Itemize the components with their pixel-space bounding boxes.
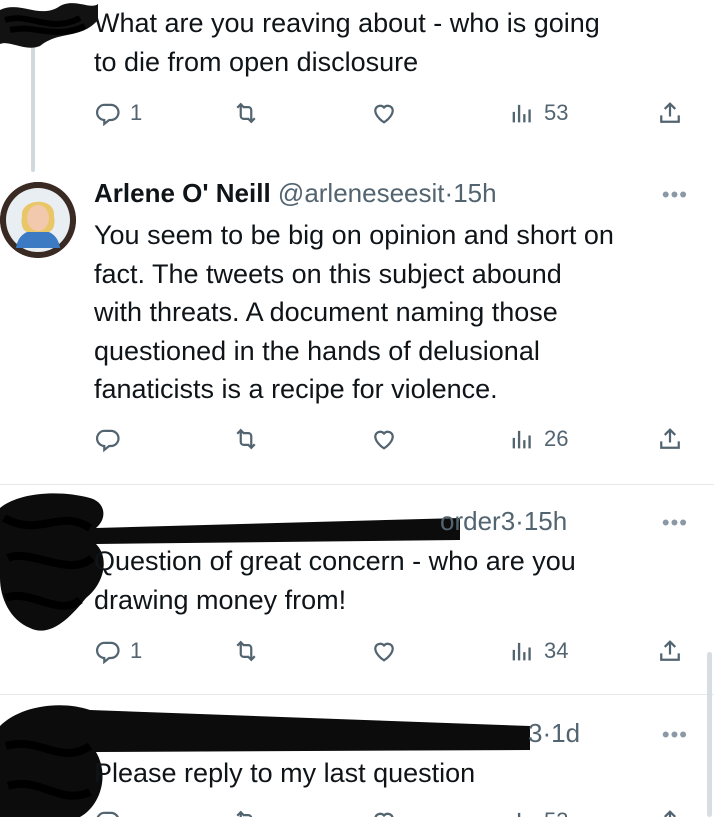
tweet-actions: 1 34 [94,634,694,668]
thread-line [31,46,35,172]
heart-icon [374,104,394,124]
avatar-image [0,182,76,258]
tweet-header: Arlene O' Neill @arleneseesit·15h [94,176,497,210]
retweet-button[interactable] [232,422,260,456]
tweet-text: Question of great concern - who are you … [94,546,576,615]
reply-icon [96,429,120,453]
reply-count: 1 [130,100,143,125]
tweet-header: order3·15h [440,504,567,538]
tweet-2[interactable]: Arlene O' Neill @arleneseesit·15h ••• Yo… [0,172,714,482]
tweet-actions: 53 [94,804,694,817]
separator-dot: · [542,718,552,748]
timestamp[interactable]: 1d [551,718,580,748]
tweet-actions: 1 53 [94,96,694,130]
divider [0,694,714,695]
views-icon [512,104,531,123]
share-icon [663,810,677,817]
heart-icon [374,642,394,662]
timestamp[interactable]: 15h [453,178,496,208]
reply-button[interactable] [94,422,122,456]
tweet-header: 3·1d [528,716,580,750]
tweet-text: You seem to be big on opinion and short … [94,220,614,404]
views-button[interactable]: 53 [508,804,568,817]
reply-button[interactable]: 1 [94,634,142,668]
tweet-1[interactable]: What are you reaving about - who is goin… [0,0,714,172]
like-button[interactable] [370,634,398,668]
share-icon [660,640,680,661]
retweet-button[interactable] [232,634,260,668]
retweet-button[interactable] [232,96,260,130]
retweet-icon [236,810,253,817]
reply-icon [96,103,120,127]
views-count: 53 [544,100,569,125]
reply-button[interactable]: 1 [94,96,142,130]
retweet-icon [236,428,256,450]
more-icon[interactable]: ••• [662,722,688,748]
views-icon [517,812,521,817]
tweet-text: What are you reaving about - who is goin… [94,8,600,77]
tweet-4[interactable]: 3·1d ••• Please reply to my last questio… [0,696,714,817]
like-button[interactable] [370,96,398,130]
views-count: 53 [544,808,568,817]
views-count: 26 [544,426,569,451]
share-icon [660,102,680,123]
avatar[interactable] [0,182,76,258]
reply-button[interactable] [94,804,122,817]
share-button[interactable] [656,804,684,817]
redaction-scribble [0,3,98,48]
views-icon [512,642,531,661]
retweet-button[interactable] [232,804,260,817]
divider [0,484,714,485]
share-button[interactable] [656,96,684,130]
separator-dot: · [444,178,454,208]
views-button[interactable]: 34 [508,634,568,668]
share-icon [660,428,680,449]
heart-icon [374,812,394,817]
reply-icon [96,811,119,817]
retweet-icon [236,640,256,662]
user-handle[interactable]: @arleneseesit [278,178,445,208]
separator-dot: · [515,506,524,536]
more-icon[interactable]: ••• [662,510,688,536]
views-button[interactable]: 26 [508,422,568,456]
like-button[interactable] [370,804,398,817]
views-icon [512,430,531,449]
views-count: 34 [544,638,569,663]
reply-count: 1 [130,638,143,663]
reply-icon [96,641,120,665]
tweet-3[interactable]: order3·15h ••• Question of great concern… [0,486,714,692]
like-button[interactable] [370,422,398,456]
scrollbar[interactable] [707,652,712,817]
timestamp[interactable]: 15h [524,506,567,536]
views-button[interactable]: 53 [508,96,568,130]
user-handle[interactable]: order3 [440,506,515,536]
tweet-actions: 26 [94,422,694,456]
retweet-icon [236,102,256,124]
user-handle[interactable]: 3 [528,718,542,748]
share-button[interactable] [656,422,684,456]
share-button[interactable] [656,634,684,668]
display-name[interactable]: Arlene O' Neill [94,178,271,208]
more-icon[interactable]: ••• [662,182,688,208]
heart-icon [374,430,394,450]
tweet-text: Please reply to my last question [94,758,476,788]
